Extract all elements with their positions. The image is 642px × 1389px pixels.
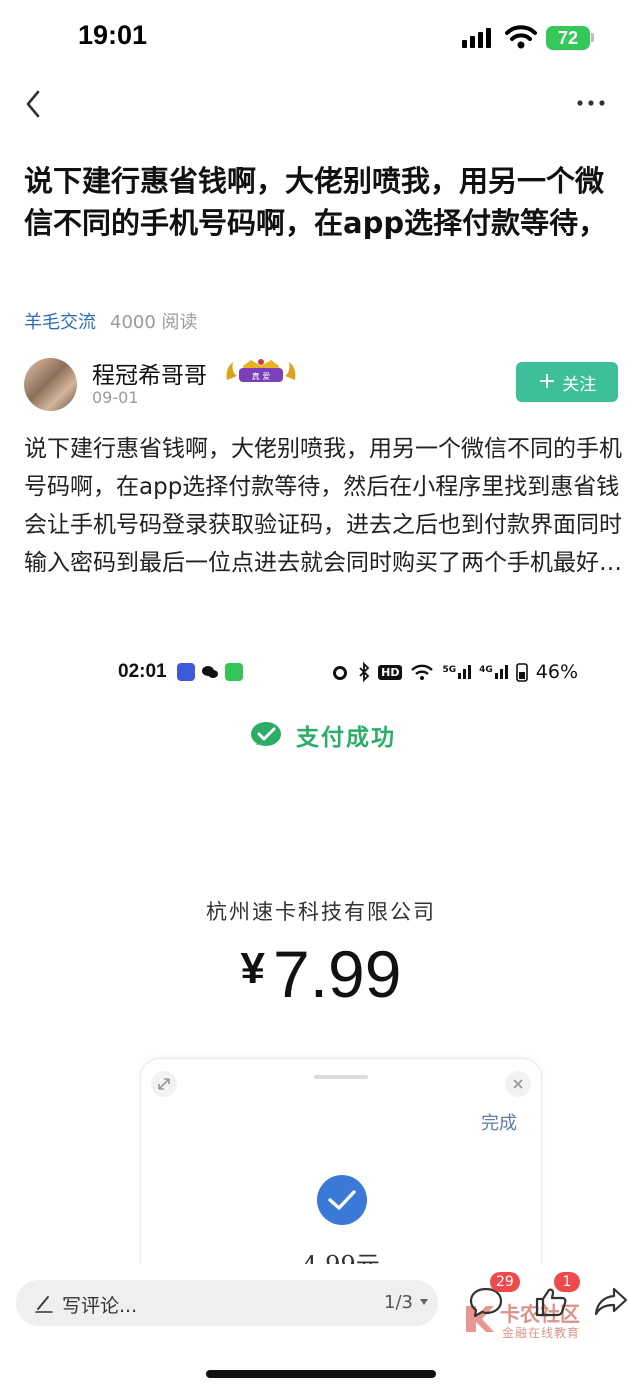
status-time: 19:01 [78,20,148,50]
screenshot-battery-icon [515,663,528,682]
amount-value: 7.99 [273,937,402,1011]
signal-4g-label: 4G [479,665,493,675]
like-count-badge: 1 [554,1272,580,1292]
follow-button[interactable]: + 关注 [516,362,618,402]
comment-count-badge: 29 [490,1272,520,1292]
currency-symbol: ¥ [240,944,265,993]
wechat-icon [201,666,218,678]
watermark-subtitle: 金融在线教育 [502,1326,581,1340]
battery-tip [591,33,594,42]
payment-success-header: 支付成功 [250,718,396,752]
avatar[interactable] [24,358,77,411]
signal-5g-icon: 5G [442,665,472,679]
screenshot-status-bar: 02:01 HD 5G 4G 46% [118,658,578,686]
sheet-handle [314,1075,368,1079]
more-options-icon[interactable] [574,90,608,116]
screenshot-status-time: 02:01 [118,661,167,682]
plus-icon: + [537,369,557,394]
check-circle-icon [317,1175,367,1225]
badge-text: 真 爱 [252,371,271,381]
screenshot-status-right: HD 5G 4G 46% [330,661,578,683]
crown-badge-icon: 真 爱 [226,359,296,382]
page-indicator[interactable]: 1/3 [384,1292,413,1313]
merchant-name: 杭州速卡科技有限公司 [206,900,436,924]
signal-4g-icon: 4G [479,665,508,679]
comment-placeholder: 写评论... [62,1295,138,1317]
payment-result-sheet: 完成 4.99元 [140,1058,542,1264]
payment-screenshot-image[interactable]: 02:01 HD 5G 4G 46% 支付成功 杭州速卡科技有限公司 ¥ 7.9… [0,648,642,1264]
bluetooth-icon [359,662,370,682]
post-meta: 羊毛交流 4000 阅读 [24,308,198,334]
payment-success-text: 支付成功 [296,724,396,751]
caret-down-icon [420,1299,428,1305]
cellular-signal-icon [462,28,491,48]
share-icon[interactable] [594,1286,628,1316]
expand-icon [151,1071,177,1097]
back-chevron-icon[interactable] [20,86,48,122]
author-name[interactable]: 程冠希哥哥 [92,356,207,390]
screenshot-wifi-icon [411,664,434,680]
author-row: 程冠希哥哥 真 爱 09-01 + 关注 [24,356,620,416]
message-app-icon [224,663,243,681]
status-bar: 19:01 72 [0,0,642,76]
screenshot-app-icons [176,663,243,681]
signal-5g-label: 5G [442,665,457,675]
hd-icon: HD [378,664,403,680]
category-link[interactable]: 羊毛交流 [24,308,96,334]
post-title: 说下建行惠省钱啊，大佬别喷我，用另一个微信不同的手机号码啊，在app选择付款等待… [24,164,608,240]
sheet-amount: 4.99元 [141,1245,541,1264]
done-label: 完成 [481,1113,517,1134]
comment-input[interactable]: 写评论... 1/3 [16,1280,438,1326]
app-icon-blue [176,663,195,681]
success-check-icon [251,722,281,746]
battery-indicator: 72 [546,26,590,50]
pen-icon [35,1296,53,1313]
home-indicator [206,1370,436,1378]
post-body: 说下建行惠省钱啊，大佬别喷我，用另一个微信不同的手机号码啊，在app选择付款等待… [24,436,622,576]
alarm-icon [333,666,348,680]
read-count: 4000 阅读 [110,312,198,333]
follow-label: 关注 [562,374,597,395]
wifi-icon [505,25,537,49]
close-icon [505,1071,531,1097]
post-date: 09-01 [92,388,139,407]
payment-amount: ¥7.99 [0,936,642,1012]
screenshot-battery-percent: 46% [535,661,578,683]
